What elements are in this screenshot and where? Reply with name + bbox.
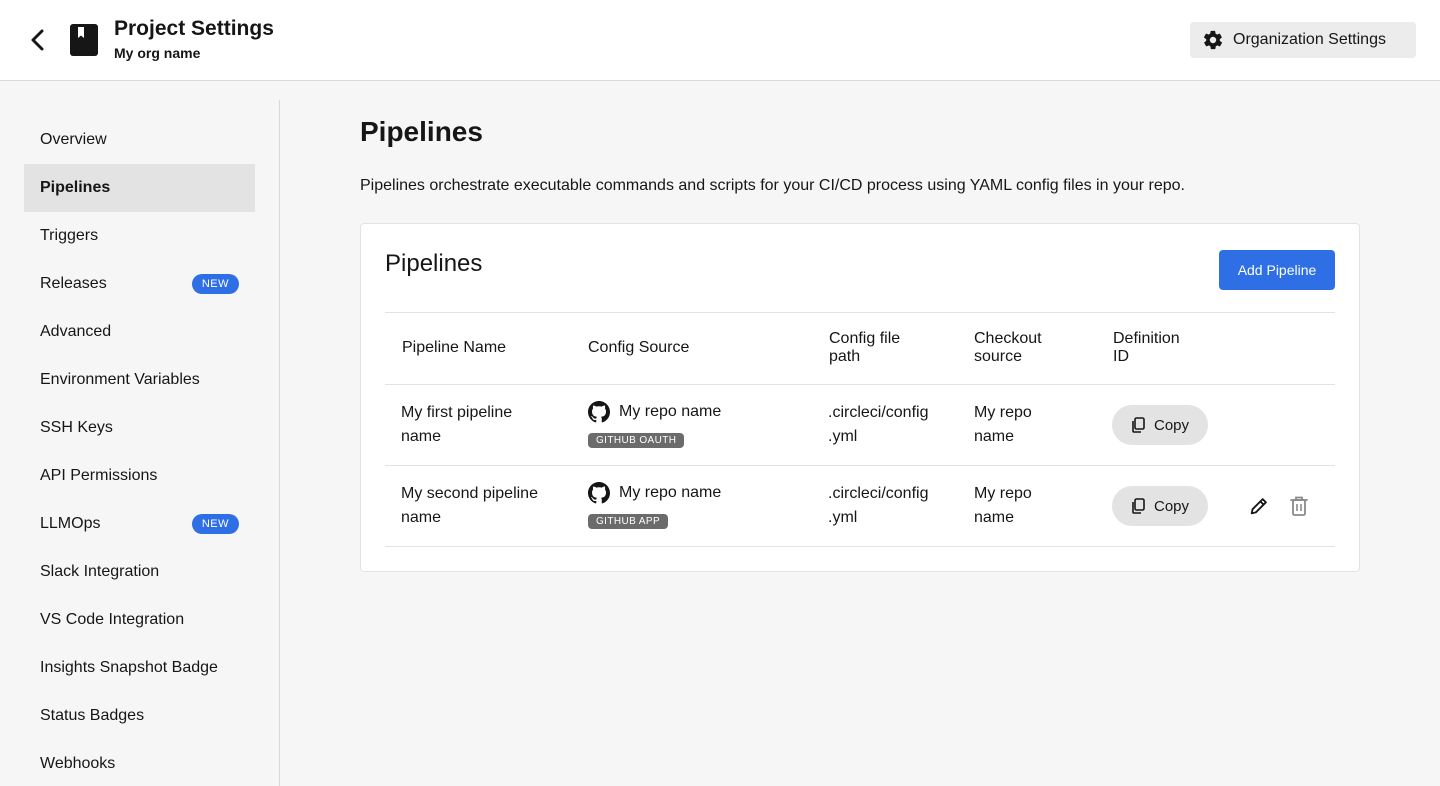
table-divider	[385, 465, 1335, 466]
repo-name: My repo name	[619, 484, 722, 501]
column-header-pipeline-name: Pipeline Name	[402, 339, 507, 356]
sidebar-item-releases[interactable]: Releases NEW	[24, 260, 255, 308]
add-pipeline-button[interactable]: Add Pipeline	[1219, 250, 1335, 290]
sidebar-item-label: Status Badges	[40, 707, 145, 724]
config-path-line: .circleci/config	[828, 404, 929, 421]
trash-icon	[1290, 496, 1308, 516]
copy-definition-id-button[interactable]: Copy	[1112, 405, 1208, 445]
pipeline-name-line: name	[401, 509, 442, 526]
sidebar-item-label: Insights Snapshot Badge	[40, 659, 218, 676]
checkout-source: My repo name	[974, 401, 1032, 449]
copy-label: Copy	[1153, 497, 1190, 515]
source-type-tag: GITHUB OAUTH	[588, 433, 685, 448]
config-path-line: .yml	[828, 509, 858, 526]
sidebar-item-pipelines[interactable]: Pipelines	[24, 164, 255, 212]
pipelines-card: Pipelines Add Pipeline Pipeline Name Con…	[360, 223, 1360, 572]
sidebar-item-triggers[interactable]: Triggers	[24, 212, 255, 260]
sidebar-item-overview[interactable]: Overview	[24, 116, 255, 164]
sidebar-item-label: VS Code Integration	[40, 611, 185, 628]
column-header-config-source: Config Source	[588, 339, 690, 356]
chevron-left-icon	[31, 29, 44, 51]
github-icon	[588, 401, 610, 423]
pipeline-name-line: name	[401, 428, 442, 445]
table-divider	[385, 312, 1335, 313]
copy-icon	[1132, 498, 1145, 514]
new-badge: NEW	[191, 514, 239, 534]
checkout-source-line: name	[974, 428, 1015, 445]
sidebar-item-vs-code-integration[interactable]: VS Code Integration	[24, 596, 255, 644]
column-header-line: path	[829, 348, 861, 365]
pipeline-name: My first pipeline name	[401, 401, 512, 449]
sidebar-item-label: Pipelines	[40, 179, 111, 196]
page-title: Project Settings	[114, 17, 274, 40]
config-source-repo: My repo name	[588, 401, 721, 423]
sidebar-item-insights-snapshot-badge[interactable]: Insights Snapshot Badge	[24, 644, 255, 692]
sidebar-item-label: LLMOps	[40, 515, 101, 532]
table-divider	[385, 384, 1335, 385]
repo-name: My repo name	[619, 403, 722, 420]
pipeline-name-line: My second pipeline	[401, 485, 538, 502]
sidebar-item-webhooks[interactable]: Webhooks	[24, 740, 255, 786]
org-name: My org name	[114, 45, 201, 61]
book-icon	[70, 24, 98, 56]
new-badge: NEW	[191, 274, 239, 294]
checkout-source: My repo name	[974, 482, 1032, 530]
sidebar-item-label: Releases	[40, 275, 107, 292]
column-header-line: Config file	[829, 330, 901, 347]
sidebar-item-status-badges[interactable]: Status Badges	[24, 692, 255, 740]
back-button[interactable]	[24, 24, 52, 56]
sidebar-item-slack-integration[interactable]: Slack Integration	[24, 548, 255, 596]
sidebar-item-ssh-keys[interactable]: SSH Keys	[24, 404, 255, 452]
section-description: Pipelines orchestrate executable command…	[360, 177, 1185, 194]
sidebar-item-label: Overview	[40, 131, 107, 148]
config-file-path: .circleci/config .yml	[828, 401, 928, 449]
sidebar-item-llmops[interactable]: LLMOps NEW	[24, 500, 255, 548]
sidebar-item-advanced[interactable]: Advanced	[24, 308, 255, 356]
copy-label: Copy	[1153, 416, 1190, 434]
sidebar-item-label: Advanced	[40, 323, 112, 340]
sidebar-item-label: Webhooks	[40, 755, 116, 772]
sidebar-item-label: Environment Variables	[40, 371, 200, 388]
sidebar-item-label: API Permissions	[40, 467, 158, 484]
card-title: Pipelines	[385, 250, 483, 277]
checkout-source-line: name	[974, 509, 1015, 526]
copy-definition-id-button[interactable]: Copy	[1112, 486, 1208, 526]
column-header-line: ID	[1113, 348, 1129, 365]
sidebar-item-api-permissions[interactable]: API Permissions	[24, 452, 255, 500]
sidebar-divider-gap	[279, 81, 281, 100]
checkout-source-line: My repo	[974, 404, 1032, 421]
column-header-line: Definition	[1113, 330, 1180, 347]
config-file-path: .circleci/config .yml	[828, 482, 928, 530]
delete-pipeline-button[interactable]	[1285, 492, 1313, 520]
pipeline-name-line: My first pipeline	[401, 404, 513, 421]
github-icon	[588, 482, 610, 504]
gear-icon	[1203, 30, 1223, 50]
column-header-definition-id: Definition ID	[1113, 330, 1180, 366]
pipeline-name: My second pipeline name	[401, 482, 538, 530]
copy-icon	[1132, 417, 1145, 433]
top-bar: Project Settings My org name Organizatio…	[0, 0, 1440, 81]
sidebar-item-label: SSH Keys	[40, 419, 113, 436]
sidebar-item-label: Slack Integration	[40, 563, 160, 580]
organization-settings-button[interactable]: Organization Settings	[1190, 22, 1416, 58]
pencil-icon	[1250, 498, 1267, 515]
edit-pipeline-button[interactable]	[1245, 492, 1273, 520]
column-header-config-file-path: Config file path	[829, 330, 900, 366]
source-type-tag: GITHUB APP	[588, 514, 669, 529]
table-divider	[385, 546, 1335, 547]
config-path-line: .yml	[828, 428, 858, 445]
sidebar-item-environment-variables[interactable]: Environment Variables	[24, 356, 255, 404]
config-path-line: .circleci/config	[828, 485, 929, 502]
sidebar-item-label: Triggers	[40, 227, 99, 244]
column-header-checkout-source: Checkout source	[974, 330, 1042, 366]
column-header-line: Checkout	[974, 330, 1042, 347]
organization-settings-label: Organization Settings	[1233, 31, 1386, 48]
config-source-repo: My repo name	[588, 482, 721, 504]
checkout-source-line: My repo	[974, 485, 1032, 502]
section-title: Pipelines	[360, 116, 483, 147]
column-header-line: source	[974, 348, 1023, 365]
